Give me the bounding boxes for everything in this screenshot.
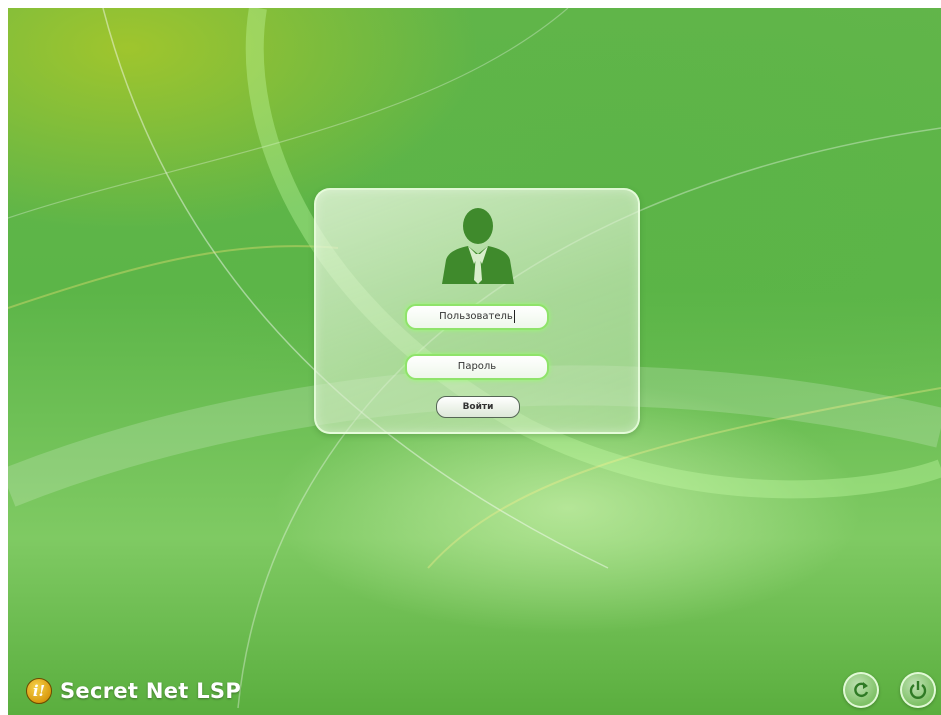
- restart-button[interactable]: [843, 672, 879, 708]
- login-button[interactable]: Войти: [436, 396, 520, 418]
- power-button[interactable]: [900, 672, 936, 708]
- username-value: Пользователь: [439, 311, 513, 322]
- login-panel: Пользователь Пароль Войти: [314, 188, 640, 434]
- password-placeholder: Пароль: [457, 361, 497, 372]
- brand: i! Secret Net LSP: [26, 678, 241, 704]
- user-silhouette-icon: [442, 208, 514, 284]
- username-field[interactable]: Пользователь: [405, 304, 549, 330]
- restart-icon: [854, 682, 869, 698]
- password-field[interactable]: Пароль: [405, 354, 549, 380]
- brand-name: Secret Net LSP: [60, 679, 242, 703]
- login-button-label: Войти: [462, 402, 494, 412]
- power-icon: [909, 681, 927, 699]
- login-screen: Пользователь Пароль Войти i! Secret Net …: [8, 8, 941, 715]
- brand-logo-glyph: i!: [32, 682, 46, 700]
- text-caret: [513, 309, 515, 323]
- brand-logo: i!: [26, 678, 52, 704]
